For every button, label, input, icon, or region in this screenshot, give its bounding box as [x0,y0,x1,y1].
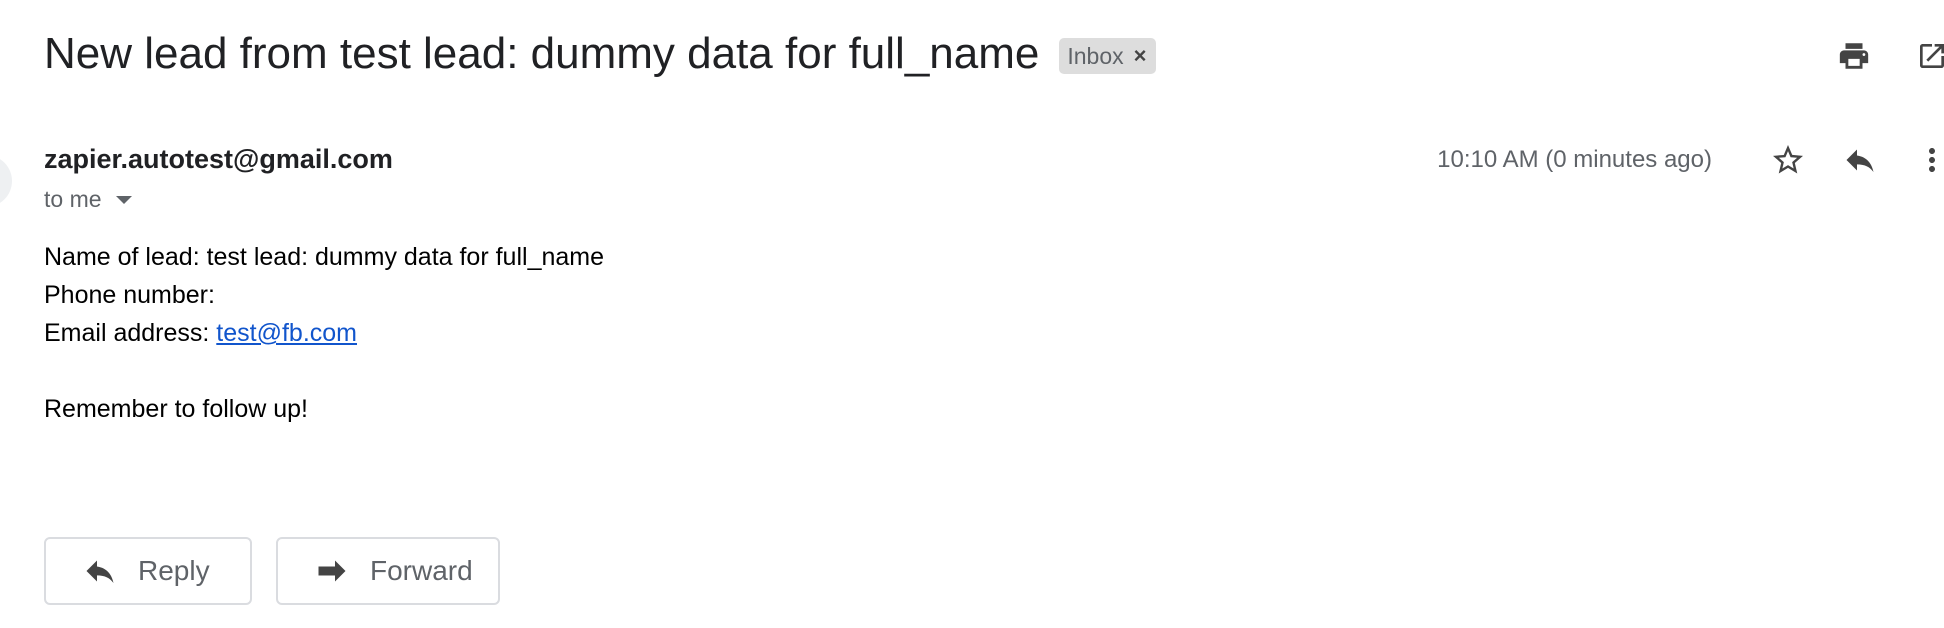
subject-row: New lead from test lead: dummy data for … [44,22,1157,86]
inbox-label-chip[interactable]: Inbox × [1059,38,1157,74]
reply-forward-bar: Reply Forward [44,537,500,605]
reply-icon-button[interactable] [1840,140,1880,180]
remove-label-icon[interactable]: × [1134,45,1147,67]
sender-email[interactable]: zapier.autotest@gmail.com [44,144,393,175]
label-chip-text: Inbox [1067,42,1124,69]
body-follow-up: Remember to follow up! [44,395,309,423]
recipient-text: to me [44,186,102,212]
more-vert-icon [1929,148,1935,172]
reply-icon [82,553,118,589]
forward-button-label: Forward [370,555,473,586]
open-in-new-window-button[interactable] [1912,36,1944,76]
reply-button[interactable]: Reply [44,537,252,605]
sender-avatar [0,155,12,207]
star-icon [1773,145,1803,174]
email-view: New lead from test lead: dummy data for … [0,0,1944,628]
star-button[interactable] [1768,140,1808,180]
print-icon [1839,43,1869,69]
print-button[interactable] [1834,36,1874,76]
email-address-link[interactable]: test@fb.com [216,319,357,347]
body-email-label: Email address: [44,319,217,347]
reply-icon [1846,149,1874,172]
forward-button[interactable]: Forward [276,537,500,605]
body-phone-number: Phone number: [44,281,215,309]
body-blank-line [44,352,604,390]
email-body: Name of lead: test lead: dummy data for … [44,238,604,428]
body-lead-name: Name of lead: test lead: dummy data for … [44,243,605,271]
forward-icon [314,553,350,589]
chevron-down-icon[interactable] [115,195,132,204]
body-email-address-line: Email address: test@fb.com [44,314,604,352]
message-meta: 10:10 AM (0 minutes ago) [1437,140,1944,180]
reply-button-label: Reply [138,555,210,586]
more-options-button[interactable] [1912,140,1944,180]
open-in-new-window-icon [1920,44,1944,68]
email-subject: New lead from test lead: dummy data for … [44,29,1040,78]
message-timestamp: 10:10 AM (0 minutes ago) [1437,146,1712,173]
recipient-details: to me [44,186,132,213]
thread-actions [1796,36,1944,76]
